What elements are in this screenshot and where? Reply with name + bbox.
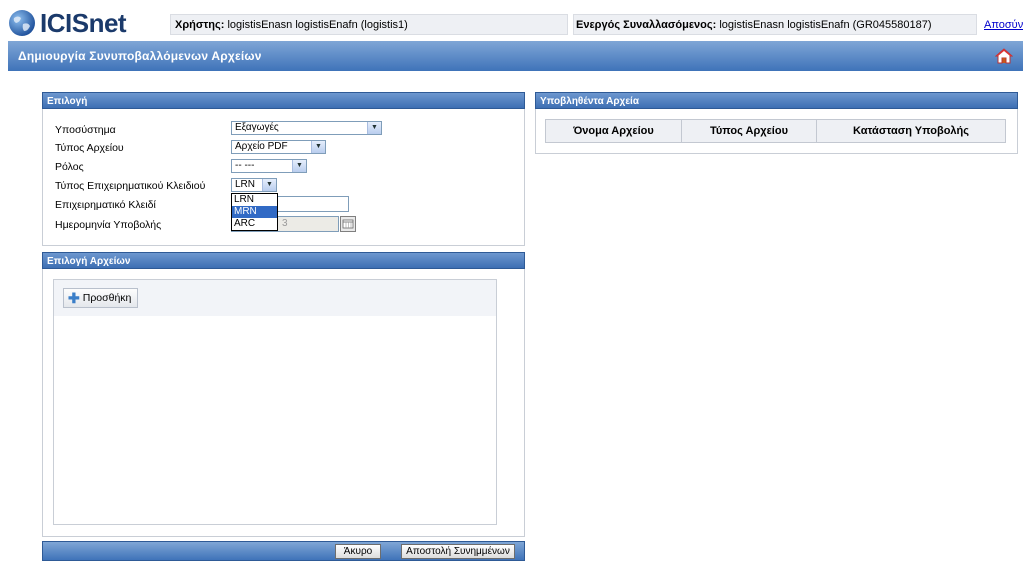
plus-icon: ✚	[68, 290, 80, 307]
globe-icon	[9, 10, 35, 36]
role-value: -- ---	[235, 160, 255, 171]
files-panel-header: Επιλογή Αρχείων	[42, 252, 525, 269]
logout-link[interactable]: Αποσύνδ	[984, 19, 1023, 31]
selection-panel-header: Επιλογή	[42, 92, 525, 109]
page-title-bar: Δημιουργία Συνυποβαλλόμενων Αρχείων	[8, 41, 1023, 71]
chevron-down-icon[interactable]: ▼	[292, 160, 306, 172]
files-toolbar: ✚ Προσθήκη	[53, 279, 497, 317]
key-type-label: Τύπος Επιχειρηματικού Κλειδιού	[55, 180, 206, 192]
uploaded-panel-header: Υποβληθέντα Αρχεία	[535, 92, 1018, 109]
calendar-button[interactable]	[340, 216, 356, 232]
page-title: Δημιουργία Συνυποβαλλόμενων Αρχείων	[18, 49, 262, 63]
submission-date-label: Ημερομηνία Υποβολής	[55, 219, 162, 231]
active-party-value: logistisEnasn logistisEnafn (GR045580187…	[719, 19, 932, 31]
dropdown-option-mrn[interactable]: MRN	[232, 206, 277, 218]
subsystem-label: Υποσύστημα	[55, 124, 116, 136]
add-file-button[interactable]: ✚ Προσθήκη	[63, 288, 139, 308]
send-attachments-button[interactable]: Αποστολή Συνημμένων	[401, 544, 515, 559]
file-type-label: Τύπος Αρχείου	[55, 142, 124, 154]
column-submission-status[interactable]: Κατάσταση Υποβολής	[816, 119, 1006, 143]
business-key-label: Επιχειρηματικό Κλειδί	[55, 199, 156, 211]
active-party-info: Ενεργός Συναλλασόμενος: logistisEnasn lo…	[573, 14, 977, 35]
subsystem-select[interactable]: Εξαγωγές ▼	[231, 121, 382, 135]
uploaded-files-table: Όνομα Αρχείου Τύπος Αρχείου Κατάσταση Υπ…	[545, 119, 1006, 143]
home-icon[interactable]	[995, 47, 1013, 65]
chevron-down-icon[interactable]: ▼	[367, 122, 381, 134]
submission-date-value: 3	[282, 218, 288, 229]
files-list	[53, 316, 497, 525]
user-label: Χρήστης:	[175, 19, 225, 31]
file-type-select[interactable]: Αρχείο PDF ▼	[231, 140, 326, 154]
logo-text: ICISnet	[40, 8, 127, 38]
cancel-button[interactable]: Άκυρο	[335, 544, 381, 559]
table-header-row: Όνομα Αρχείου Τύπος Αρχείου Κατάσταση Υπ…	[545, 119, 1006, 143]
column-file-name[interactable]: Όνομα Αρχείου	[545, 119, 682, 143]
user-value: logistisEnasn logistisEnafn (logistis1)	[227, 19, 408, 31]
user-info: Χρήστης: logistisEnasn logistisEnafn (lo…	[170, 14, 568, 35]
role-select[interactable]: -- --- ▼	[231, 159, 307, 173]
key-type-select[interactable]: LRN ▼	[231, 178, 277, 192]
dropdown-option-lrn[interactable]: LRN	[232, 194, 277, 206]
active-party-label: Ενεργός Συναλλασόμενος:	[576, 19, 717, 31]
subsystem-value: Εξαγωγές	[235, 122, 279, 133]
icisnet-logo: ICISnet	[8, 8, 158, 38]
calendar-icon	[342, 219, 354, 229]
selection-panel-title: Επιλογή	[47, 96, 88, 107]
column-file-type[interactable]: Τύπος Αρχείου	[681, 119, 817, 143]
chevron-down-icon[interactable]: ▼	[262, 179, 276, 191]
action-bar: Άκυρο Αποστολή Συνημμένων	[42, 541, 525, 561]
files-panel-title: Επιλογή Αρχείων	[47, 256, 131, 267]
chevron-down-icon[interactable]: ▼	[311, 141, 325, 153]
key-type-dropdown-list: LRN MRN ARC	[231, 193, 278, 231]
uploaded-panel-title: Υποβληθέντα Αρχεία	[540, 96, 639, 107]
file-type-value: Αρχείο PDF	[235, 141, 288, 152]
add-file-label: Προσθήκη	[82, 292, 132, 304]
key-type-value: LRN	[235, 179, 256, 190]
dropdown-option-arc[interactable]: ARC	[232, 218, 277, 230]
role-label: Ρόλος	[55, 161, 84, 173]
